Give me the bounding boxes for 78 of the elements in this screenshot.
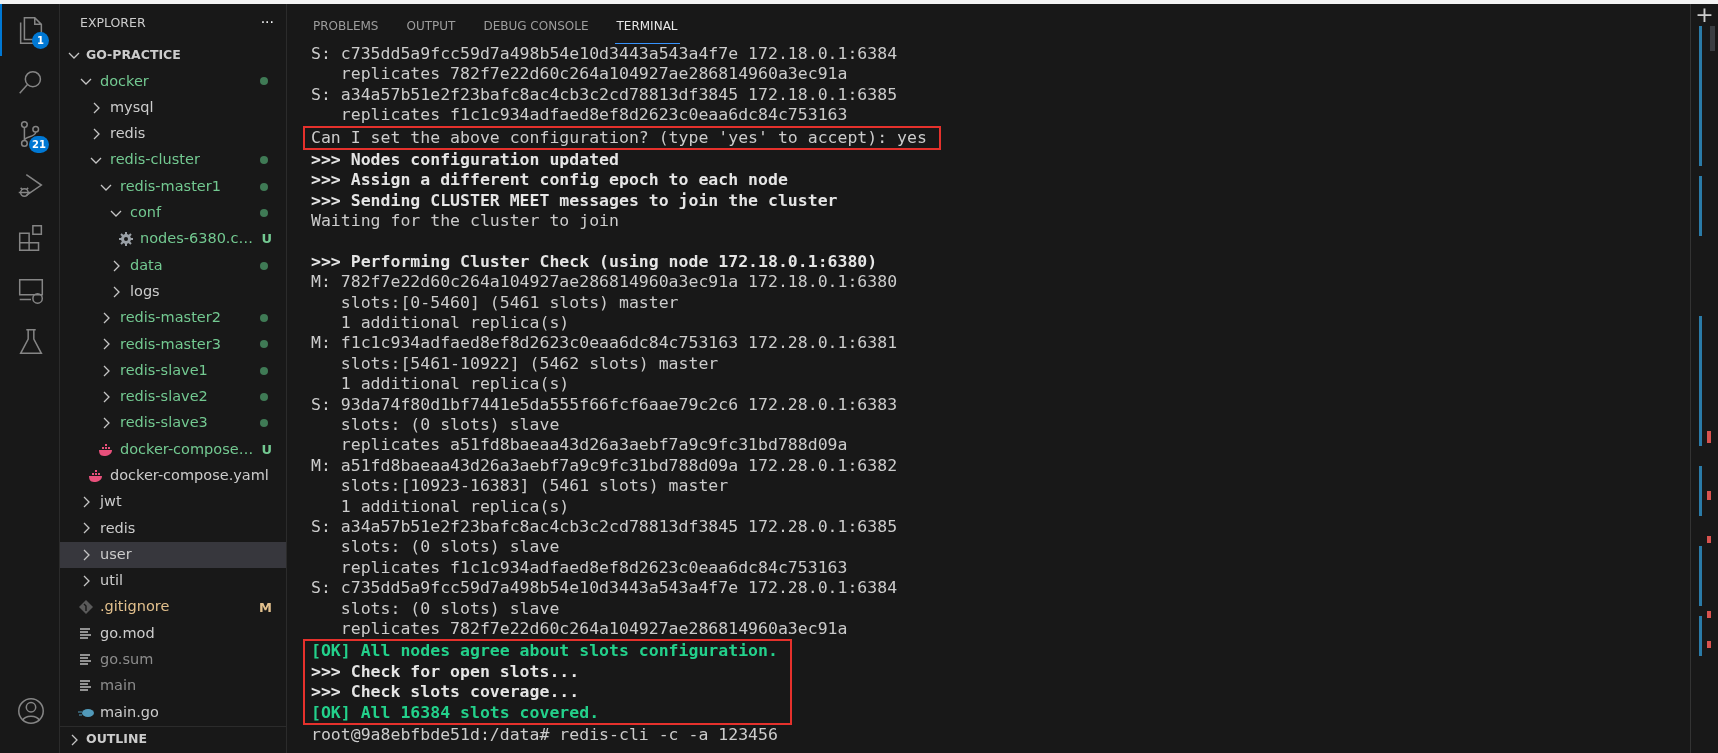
file-item[interactable]: main bbox=[60, 673, 286, 700]
file-item[interactable]: go.sum bbox=[60, 646, 286, 674]
new-terminal-button[interactable]: + bbox=[1689, 4, 1718, 26]
terminal-line: >>> Sending CLUSTER MEET messages to join the cluster bbox=[311, 190, 839, 212]
lines-icon bbox=[78, 651, 94, 668]
terminal-line: Waiting for the cluster to join bbox=[311, 211, 620, 232]
terminal-line: 1 additional replica(s) bbox=[339, 374, 571, 395]
terminal-line: M: a51fd8baeaa43d26a3aebf7a9c9fc31bd788d09a 172.28.0.1:6382 bbox=[311, 455, 899, 477]
folder-item[interactable]: redis-slave2 bbox=[60, 383, 286, 411]
terminal-line: 1 additional replica(s) bbox=[339, 313, 571, 334]
file-item[interactable]: nodes-6380.c… U bbox=[60, 226, 286, 253]
terminal-line: S: a34a57b51e2f23bafc8ac4cb3c2cd78813df3845 172.28.0.1:6385 bbox=[311, 517, 899, 538]
terminal-line: >>> Assign a different config epoch to each node bbox=[311, 170, 789, 191]
terminal-line: >>> Check slots coverage... bbox=[311, 682, 581, 703]
folder-item[interactable]: docker bbox=[60, 68, 286, 95]
folder-item[interactable]: redis-master2 bbox=[60, 304, 286, 332]
file-item[interactable]: main.go bbox=[60, 699, 286, 726]
panel-tab[interactable]: PROBLEMS bbox=[311, 4, 381, 44]
terminal-line: replicates f1c1c934adfaed8ef8d2623c0eaa6dc84c753163 bbox=[339, 105, 849, 126]
panel-tab[interactable]: TERMINAL bbox=[614, 4, 680, 44]
git-status-letter: U bbox=[261, 440, 272, 459]
count-badge: 1 bbox=[32, 32, 49, 49]
terminal-line: slots: (0 slots) slave bbox=[339, 537, 561, 558]
terminal-line: replicates a51fd8baeaa43d26a3aebf7a9c9fc31bd788d09a bbox=[339, 435, 849, 456]
terminal-line: >>> Nodes configuration updated bbox=[311, 149, 620, 171]
terminal-line: Can I set the above configuration? (type 'yes' to accept): yes bbox=[311, 127, 927, 148]
folder-item[interactable]: redis-slave3 bbox=[60, 410, 286, 437]
folder-item[interactable]: user bbox=[60, 541, 286, 568]
terminal-line: slots:[10923-16383] (5461 slots) master bbox=[339, 476, 730, 497]
folder-item[interactable]: util bbox=[60, 567, 286, 595]
terminal-line: S: c735dd5a9fcc59d7a498b54e10d3443a543a4f7e 172.28.0.1:6384 bbox=[311, 578, 899, 599]
sidebar-title: EXPLORER bbox=[80, 13, 146, 32]
file-item[interactable]: go.mod bbox=[60, 620, 286, 647]
git-status-letter: M bbox=[259, 598, 272, 617]
terminal-line: S: a34a57b51e2f23bafc8ac4cb3c2cd78813df3845 172.18.0.1:6385 bbox=[311, 84, 899, 106]
terminal-line: slots: (0 slots) slave bbox=[339, 415, 561, 436]
folder-item[interactable]: mysql bbox=[60, 94, 286, 121]
gear-icon bbox=[118, 231, 134, 248]
terminal-line: M: f1c1c934adfaed8ef8d2623c0eaa6dc84c753163 172.28.0.1:6381 bbox=[311, 333, 899, 354]
terminal-line: [OK] All 16384 slots covered. bbox=[311, 702, 601, 723]
terminal-line: >>> Performing Cluster Check (using node 172.18.0.1:6380) bbox=[311, 251, 879, 273]
terminal-line: slots: (0 slots) slave bbox=[339, 598, 561, 619]
folder-item[interactable]: redis-master1 bbox=[60, 173, 286, 200]
terminal-line: replicates f1c1c934adfaed8ef8d2623c0eaa6dc84c753163 bbox=[339, 557, 849, 579]
file-item[interactable]: .gitignore M bbox=[60, 594, 286, 621]
folder-item[interactable]: jwt bbox=[60, 489, 286, 516]
terminal-line: replicates 782f7e22d60c264a104927ae286814960a3ec91a bbox=[339, 64, 849, 85]
git-status-letter: U bbox=[261, 230, 272, 249]
folder-item[interactable]: redis bbox=[60, 515, 286, 542]
outline-header[interactable]: OUTLINE bbox=[60, 726, 286, 753]
terminal-line: >>> Check for open slots... bbox=[311, 661, 581, 683]
lines-icon bbox=[78, 625, 94, 642]
terminal-line: M: 782f7e22d60c264a104927ae286814960a3ec91a 172.18.0.1:6380 bbox=[311, 272, 899, 293]
terminal-line: 1 additional replica(s) bbox=[339, 496, 571, 517]
folder-item[interactable]: redis-master3 bbox=[60, 331, 286, 358]
workspace-header[interactable]: GO-PRACTICE bbox=[60, 42, 286, 69]
folder-item[interactable]: redis bbox=[60, 120, 286, 148]
count-badge: 21 bbox=[29, 136, 49, 153]
panel-tab[interactable]: OUTPUT bbox=[404, 4, 458, 44]
more-actions-button[interactable]: ··· bbox=[260, 12, 274, 34]
terminal-line: S: c735dd5a9fcc59d7a498b54e10d3443a543a4f7e 172.18.0.1:6384 bbox=[311, 44, 899, 65]
account-icon bbox=[15, 695, 47, 727]
terminal-line: slots:[0-5460] (5461 slots) master bbox=[339, 292, 680, 314]
file-item[interactable]: docker-compose… U bbox=[60, 436, 286, 463]
folder-item[interactable]: conf bbox=[60, 199, 286, 227]
terminal-line: root@9a8ebfbde51d:/data# redis-cli -c -a 123456 bbox=[311, 724, 779, 746]
file-item[interactable]: docker-compose.yaml bbox=[60, 462, 286, 490]
terminal-line: S: 93da74f80d1bf7441e5da555f66fcf6aae79c2c6 172.28.0.1:6383 bbox=[311, 394, 899, 416]
folder-item[interactable]: logs bbox=[60, 278, 286, 305]
panel-tab[interactable]: DEBUG CONSOLE bbox=[481, 4, 591, 44]
diamond-icon bbox=[78, 599, 94, 616]
folder-item[interactable]: data bbox=[60, 252, 286, 279]
source-control-tab[interactable]: 21 bbox=[0, 108, 60, 160]
folder-item[interactable]: redis-cluster bbox=[60, 147, 286, 174]
folder-item[interactable]: redis-slave1 bbox=[60, 357, 286, 384]
terminal-line: replicates 782f7e22d60c264a104927ae286814960a3ec91a bbox=[339, 618, 849, 640]
terminal-line: [OK] All nodes agree about slots configuration. bbox=[311, 641, 778, 662]
terminal-line: slots:[5461-10922] (5462 slots) master bbox=[339, 353, 720, 375]
